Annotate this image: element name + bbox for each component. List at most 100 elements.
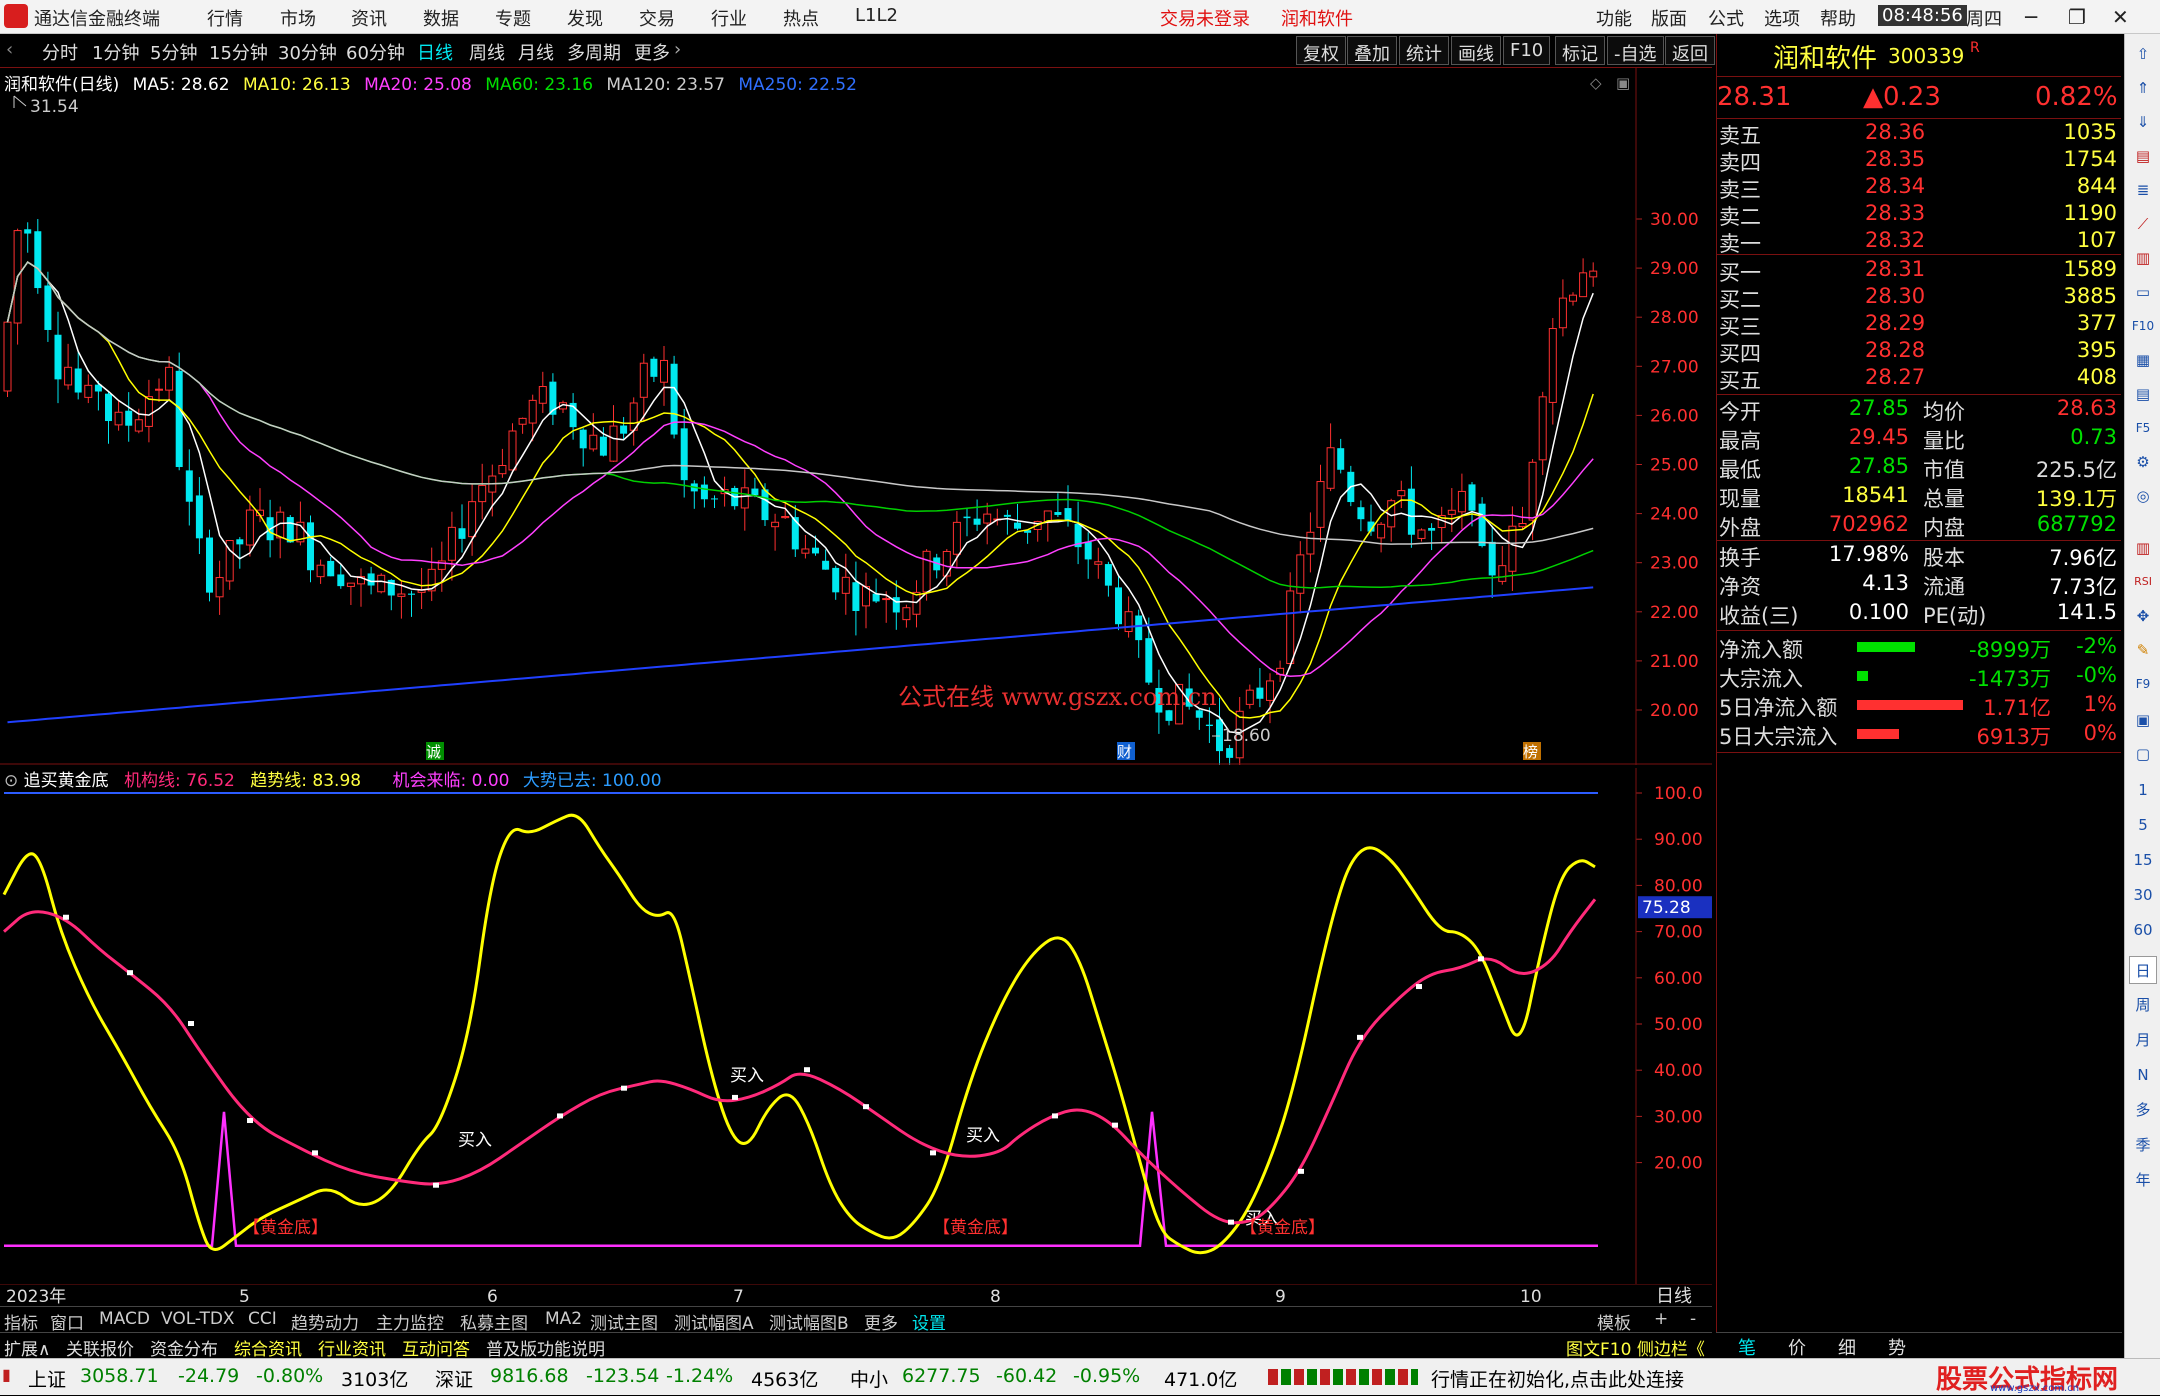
ask-row[interactable]: 卖四 28.35 1754	[1717, 147, 2121, 175]
window-icon[interactable]: ▭	[2129, 278, 2157, 306]
bars-icon[interactable]: ▥	[2129, 534, 2157, 562]
tab-pujiban[interactable]: 普及版功能说明	[486, 1335, 605, 1360]
menu-item-redian[interactable]: 热点	[783, 5, 819, 31]
bid-row[interactable]: 买二 28.30 3885	[1717, 284, 2121, 312]
connection-message[interactable]: 行情正在初始化,点击此处连接	[1431, 1365, 1684, 1392]
indicator-chart[interactable]: 买入买入买入买入【黄金底】 【黄金底】 【黄金底】 100.090.0080.007…	[0, 768, 1712, 1284]
add-window-button[interactable]: +	[1654, 1309, 1668, 1329]
tab-zonghezixun[interactable]: 综合资讯	[234, 1335, 302, 1360]
login-status[interactable]: 交易未登录	[1160, 5, 1250, 31]
bid-row[interactable]: 买三 28.29 377	[1717, 311, 2121, 339]
tab-zhulijiankong[interactable]: 主力监控	[376, 1309, 444, 1334]
minimize-icon[interactable]: ─	[2025, 5, 2037, 29]
period-day[interactable]: 日线	[417, 39, 453, 65]
ask-row[interactable]: 卖二 28.33 1190	[1717, 201, 2121, 229]
tab-jia[interactable]: 价	[1788, 1334, 1806, 1360]
tab-bi[interactable]: 笔	[1738, 1334, 1756, 1360]
tool-fuquan[interactable]: 复权	[1296, 36, 1346, 65]
ask-row[interactable]: 卖五 28.36 1035	[1717, 120, 2121, 148]
period-side-30[interactable]: 30	[2129, 881, 2157, 909]
doc-icon[interactable]: ▤	[2129, 380, 2157, 408]
ask-row[interactable]: 卖三 28.34 844	[1717, 174, 2121, 202]
bid-row[interactable]: 买一 28.31 1589	[1717, 257, 2121, 285]
menu-item-l1l2[interactable]: L1L2	[855, 5, 898, 26]
period-side-week[interactable]: 周	[2129, 991, 2157, 1019]
window-toggle-icon[interactable]: ▣	[1616, 74, 1630, 92]
up-arrow-icon[interactable]: ⇧	[2129, 40, 2157, 68]
period-side-n[interactable]: N	[2129, 1061, 2157, 1089]
move-icon[interactable]: ✥	[2129, 602, 2157, 630]
f10-icon[interactable]: F10	[2129, 312, 2157, 340]
tool-zixuan[interactable]: -自选	[1607, 36, 1664, 65]
period-side-day[interactable]: 日	[2129, 956, 2157, 984]
period-month[interactable]: 月线	[518, 39, 554, 65]
bid-row[interactable]: 买四 28.28 395	[1717, 338, 2121, 366]
period-1min[interactable]: 1分钟	[92, 39, 139, 65]
tab-hudongwenda[interactable]: 互动问答	[402, 1335, 470, 1360]
tool-diejia[interactable]: 叠加	[1347, 36, 1397, 65]
tab-ceshizhutu[interactable]: 测试主图	[590, 1309, 658, 1334]
tab-vol[interactable]: VOL-TDX	[161, 1309, 235, 1329]
moban-button[interactable]: 模板	[1597, 1309, 1631, 1334]
tab-shezhi[interactable]: 设置	[912, 1309, 946, 1334]
tab-kuozhan[interactable]: 扩展∧	[4, 1335, 50, 1360]
sh-label[interactable]: 上证	[28, 1365, 66, 1392]
tab-hangyezixun[interactable]: 行业资讯	[318, 1335, 386, 1360]
close-icon[interactable]: ✕	[2112, 5, 2129, 29]
tab-simuzhutu[interactable]: 私募主图	[460, 1309, 528, 1334]
period-week[interactable]: 周线	[469, 39, 505, 65]
grid-icon[interactable]: ▦	[2129, 346, 2157, 374]
menu-item-xuanxiang[interactable]: 选项	[1764, 5, 1800, 31]
pencil-icon[interactable]: ✎	[2129, 636, 2157, 664]
menu-item-zhuanti[interactable]: 专题	[495, 5, 531, 31]
sidebar-toggle[interactable]: 图文F10 侧边栏《	[1566, 1335, 1705, 1360]
tab-zhibiao[interactable]: 指标	[4, 1309, 38, 1334]
tab-ceshifutub[interactable]: 测试幅图B	[769, 1309, 849, 1334]
tab-chuangkou[interactable]: 窗口	[50, 1309, 84, 1334]
period-15min[interactable]: 15分钟	[209, 39, 268, 65]
period-more[interactable]: 更多	[634, 39, 670, 65]
tab-shi[interactable]: 势	[1888, 1334, 1906, 1360]
menu-item-gongshi[interactable]: 公式	[1708, 5, 1744, 31]
list-icon[interactable]: ≣	[2129, 176, 2157, 204]
period-60min[interactable]: 60分钟	[346, 39, 405, 65]
period-side-multi[interactable]: 多	[2129, 1096, 2157, 1124]
menu-item-banmian[interactable]: 版面	[1651, 5, 1687, 31]
menu-item-hangqing[interactable]: 行情	[207, 5, 243, 31]
menu-item-bangzhu[interactable]: 帮助	[1820, 5, 1856, 31]
zx-label[interactable]: 中小	[850, 1365, 888, 1392]
period-5min[interactable]: 5分钟	[150, 39, 197, 65]
tab-gengduo[interactable]: 更多	[864, 1309, 898, 1334]
f9-icon[interactable]: F9	[2129, 670, 2157, 698]
bid-row[interactable]: 买五 28.27 408	[1717, 365, 2121, 393]
period-side-season[interactable]: 季	[2129, 1131, 2157, 1159]
kline-icon[interactable]: ▥	[2129, 244, 2157, 272]
period-side-year[interactable]: 年	[2129, 1166, 2157, 1194]
collapse-icon[interactable]: ‹	[6, 39, 13, 60]
chart-icon[interactable]: ▤	[2129, 142, 2157, 170]
period-side-15[interactable]: 15	[2129, 846, 2157, 874]
rsi-icon[interactable]: RSI	[2129, 568, 2157, 596]
period-side-month[interactable]: 月	[2129, 1026, 2157, 1054]
trend-icon[interactable]: ⟋	[2129, 210, 2157, 238]
f5-icon[interactable]: F5	[2129, 414, 2157, 442]
tab-guanlianbaojia[interactable]: 关联报价	[66, 1335, 134, 1360]
db-icon[interactable]: ▢	[2129, 740, 2157, 768]
nav-up-icon[interactable]: ⇑	[2129, 74, 2157, 102]
export-icon[interactable]: ▣	[2129, 706, 2157, 734]
menu-item-gongneng[interactable]: 功能	[1596, 5, 1632, 31]
tab-zijinfenbu[interactable]: 资金分布	[150, 1335, 218, 1360]
menu-item-jiaoyi[interactable]: 交易	[639, 5, 675, 31]
restore-icon[interactable]: ❐	[2068, 5, 2086, 29]
tab-ceshifutua[interactable]: 测试幅图A	[674, 1309, 754, 1334]
tool-biaoji[interactable]: 标记	[1555, 36, 1605, 65]
sz-label[interactable]: 深证	[435, 1365, 473, 1392]
tab-cci[interactable]: CCI	[248, 1309, 277, 1329]
tool-tongji[interactable]: 统计	[1399, 36, 1449, 65]
tab-qushidongli[interactable]: 趋势动力	[291, 1309, 359, 1334]
period-fenshi[interactable]: 分时	[42, 39, 78, 65]
settings-icon[interactable]: ◎	[2129, 482, 2157, 510]
period-multi[interactable]: 多周期	[567, 39, 621, 65]
tool-f10[interactable]: F10	[1503, 36, 1551, 65]
tab-xi[interactable]: 细	[1838, 1334, 1856, 1360]
